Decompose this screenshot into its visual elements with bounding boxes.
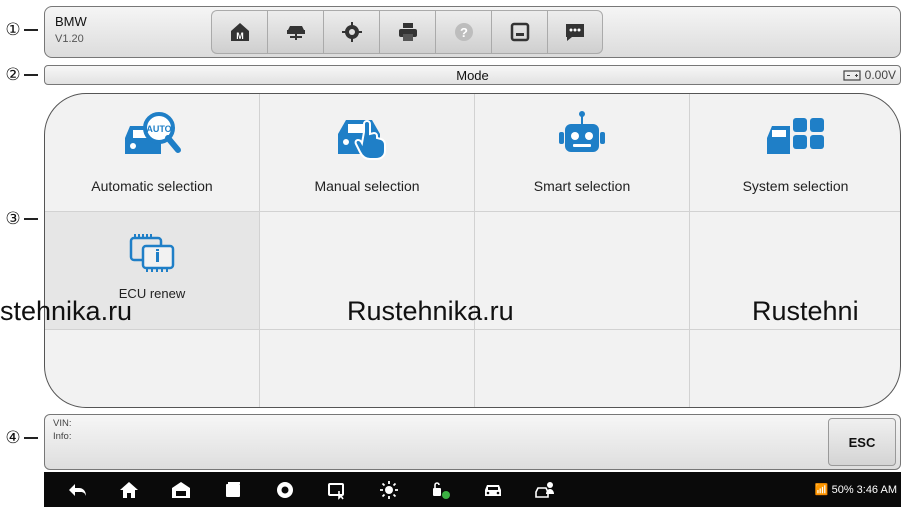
screen-record-icon [328,483,344,500]
car-garage-icon [172,482,190,498]
battery-voltage: 0.00V [843,68,896,82]
mode-label: Automatic selection [91,178,213,194]
mode-grid: AUTO Automatic selection Manual selectio… [45,94,900,407]
top-toolbar: BMW V1.20 M ? [44,6,901,58]
empty-cell [690,330,900,407]
vehicle-button[interactable] [482,479,504,501]
callout-line [24,74,38,76]
empty-cell [260,330,475,407]
screen-record-button[interactable] [326,479,348,501]
vci-connection-icon [433,482,450,499]
svg-text:M: M [236,31,244,41]
callout-line [24,437,38,439]
save-button[interactable] [491,10,547,54]
callout-number: ④ [5,428,21,448]
clock: 3:46 AM [856,483,897,496]
info-label: Info: [53,431,72,442]
vci-connection-button[interactable] [430,479,452,501]
save-icon [510,22,529,42]
print-icon [398,23,417,41]
battery-level: 50% [831,483,854,496]
system-status: 📶 50% 3:46 AM [814,483,897,497]
callout-line [24,218,38,220]
watermark: Rustehnika.ru [347,296,514,326]
android-navigation-bar: 📶 50% 3:46 AM [44,472,901,507]
settings-button[interactable] [323,10,379,54]
back-button[interactable] [66,479,88,501]
car-hand-icon [338,120,386,160]
callout-number: ① [5,20,21,40]
callout-2: ② [4,65,38,85]
mode-label: System selection [742,178,849,194]
callout-4: ④ [4,428,38,448]
mode-label: Manual selection [314,178,420,194]
vehicle-swap-button[interactable] [267,10,323,54]
page-title: Mode [456,68,489,83]
help-button[interactable]: ? [435,10,491,54]
callout-3: ③ [4,209,38,229]
home-nav-button[interactable] [118,479,140,501]
mode-system-selection[interactable]: System selection [690,94,900,212]
wifi-icon: 📶 [814,484,829,496]
print-button[interactable] [379,10,435,54]
mode-automatic-selection[interactable]: AUTO Automatic selection [45,94,260,212]
svg-text:?: ? [460,25,468,40]
callout-number: ② [5,65,21,85]
robot-icon [559,111,605,152]
callout-line [24,29,38,31]
home-nav-icon [120,482,138,498]
browser-button[interactable] [274,479,296,501]
callout-number: ③ [5,209,21,229]
home-button[interactable]: M [211,10,267,54]
remote-expert-button[interactable] [534,479,556,501]
info-bar: VIN: Info: ESC [44,414,901,470]
ecu-chip-icon [129,234,175,272]
home-icon: M [230,23,249,41]
car-icon [485,485,501,496]
browser-icon [277,482,293,498]
data-logging-button[interactable] [547,10,603,54]
brightness-button[interactable] [378,479,400,501]
diagnostics-home-button[interactable] [170,479,192,501]
mode-smart-selection[interactable]: Smart selection [475,94,690,212]
car-auto-search-icon: AUTO [125,112,181,154]
toolbar-buttons: M ? [211,10,603,54]
callout-1: ① [4,20,38,40]
voltage-value: 0.00V [864,68,896,82]
data-logging-icon [566,24,584,41]
settings-icon [341,22,362,42]
software-version: V1.20 [55,33,84,45]
watermark: stehnika.ru [0,296,133,326]
watermark: Rustehni [752,296,859,326]
screen: ① ② ③ ④ BMW V1.20 M ? Mode 0.00V AUTO Au… [0,0,901,507]
vehicle-make: BMW [55,14,87,29]
svg-text:AUTO: AUTO [146,124,171,134]
empty-cell [45,330,260,407]
brightness-icon [380,481,398,499]
back-icon [69,484,86,496]
help-icon: ? [454,23,473,41]
empty-cell [475,330,690,407]
mode-manual-selection[interactable]: Manual selection [260,94,475,212]
status-bar: Mode 0.00V [44,65,901,85]
recent-apps-button[interactable] [222,479,244,501]
vehicle-lift-icon [286,26,305,40]
car-grid-icon [766,118,824,154]
mode-label: Smart selection [533,178,631,194]
mode-selection-panel: AUTO Automatic selection Manual selectio… [44,93,901,408]
recent-apps-icon [226,482,240,497]
esc-button[interactable]: ESC [828,418,896,466]
car-person-icon [535,482,554,498]
battery-icon [843,70,861,81]
vin-label: VIN: [53,418,72,429]
